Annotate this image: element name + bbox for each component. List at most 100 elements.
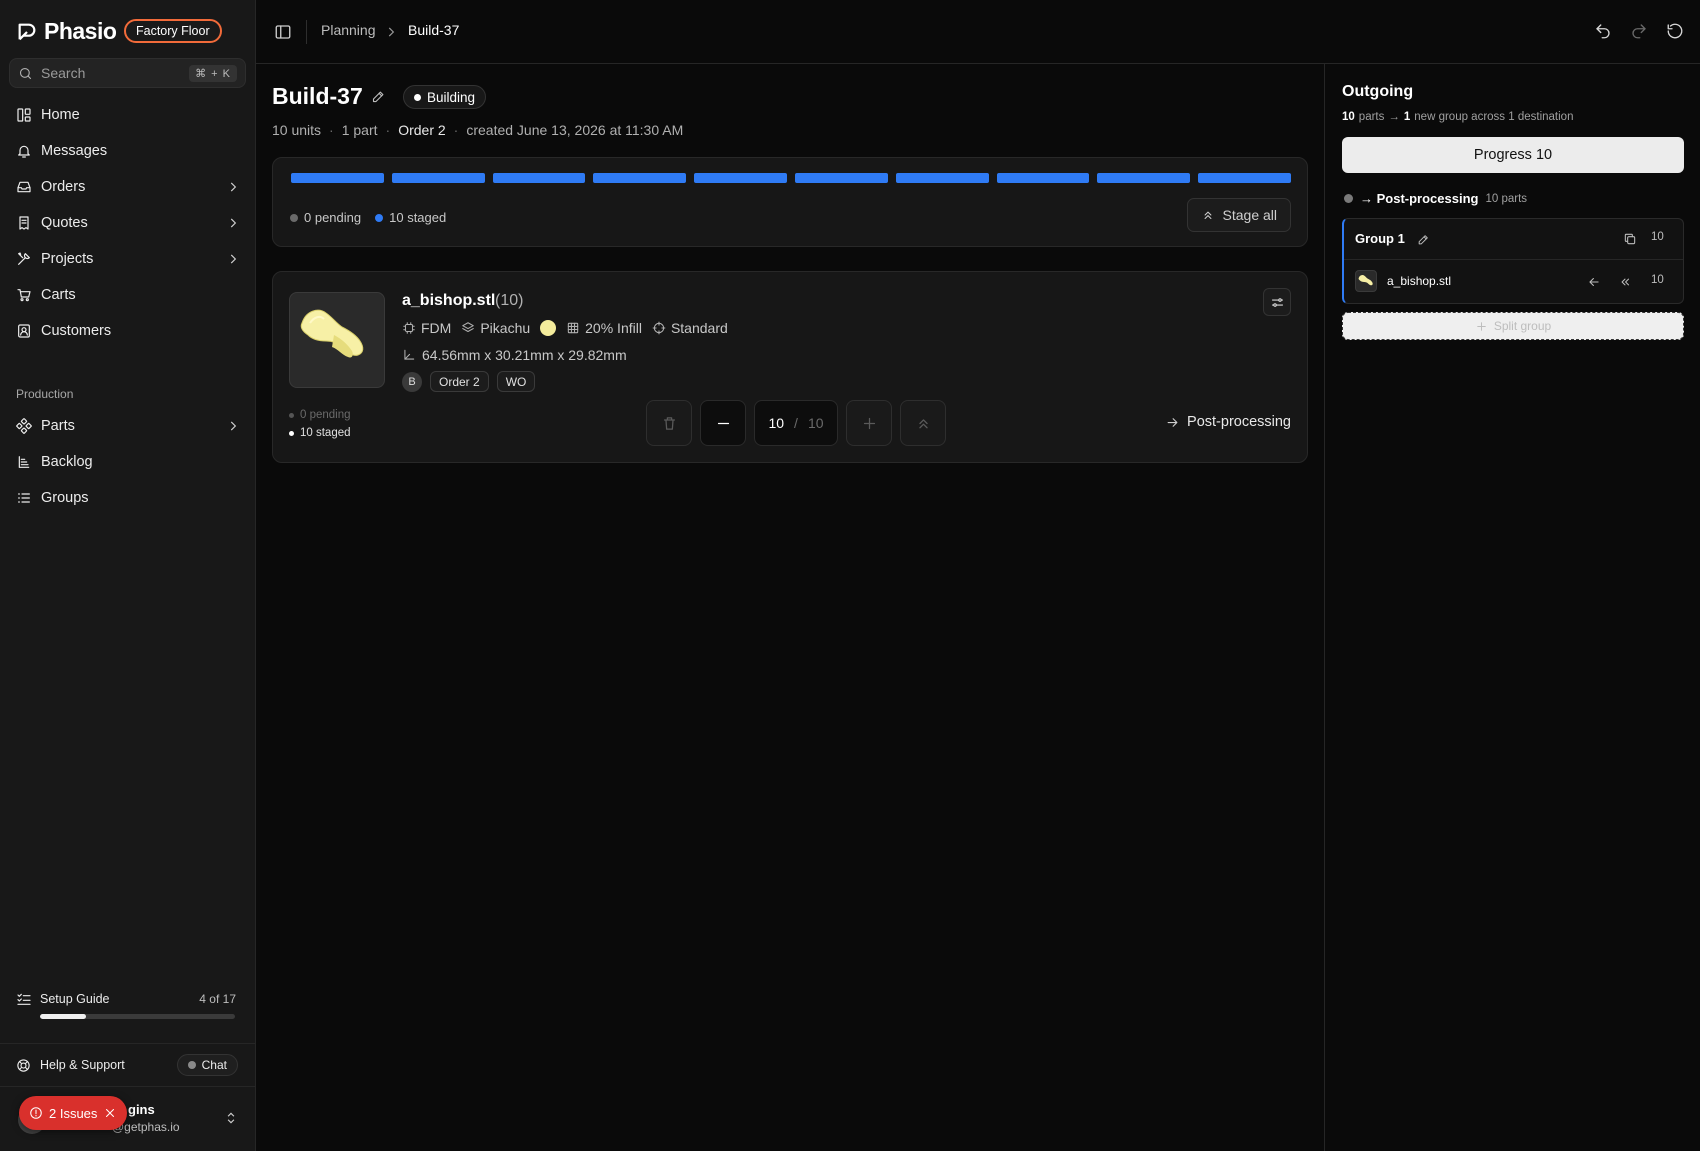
split-group-button[interactable]: Split group xyxy=(1342,312,1684,340)
setup-guide[interactable]: Setup Guide 4 of 17 xyxy=(16,991,236,1019)
progress-segment xyxy=(391,173,485,183)
meta-separator: · xyxy=(329,122,334,138)
receipt-icon xyxy=(19,216,29,230)
copy-icon[interactable] xyxy=(1623,232,1637,246)
legend-pending: 0 pending xyxy=(290,210,361,225)
progress-button[interactable]: Progress 10 xyxy=(1342,137,1684,173)
nav-item-home[interactable]: Home xyxy=(8,97,248,133)
help-support[interactable]: Help & Support Chat xyxy=(16,1054,238,1076)
progress-segment xyxy=(694,173,787,183)
nav-label: Backlog xyxy=(41,454,93,470)
pending-dot xyxy=(290,213,298,222)
spec-material: Pikachu xyxy=(461,320,530,336)
progress-segment xyxy=(794,173,888,183)
part-model-image xyxy=(1358,274,1373,286)
spec-material-label: Pikachu xyxy=(480,320,531,336)
part-name[interactable]: a_bishop.stl xyxy=(402,292,495,310)
stage-all-label: Stage all xyxy=(1222,207,1277,223)
nav-label: Home xyxy=(41,107,80,123)
nav-label: Carts xyxy=(41,287,76,303)
nav-item-quotes[interactable]: Quotes xyxy=(8,205,248,241)
backlog-icon xyxy=(18,456,30,468)
part-legend-pending-label: 0 pending xyxy=(300,409,351,421)
user-name: gins xyxy=(128,1102,155,1117)
meta-units: 10 units xyxy=(272,122,322,138)
nav-item-orders[interactable]: Orders xyxy=(8,169,248,205)
nav-item-groups[interactable]: Groups xyxy=(8,480,248,516)
group-item-count: 10 xyxy=(1651,274,1664,286)
minus-icon xyxy=(717,422,729,424)
chip-icon xyxy=(403,322,415,334)
increment-button[interactable] xyxy=(846,400,892,446)
nav-label: Parts xyxy=(41,418,75,434)
undo-icon[interactable] xyxy=(1594,22,1612,40)
tag-wo[interactable]: WO xyxy=(496,371,536,392)
destination-link[interactable]: Post-processing xyxy=(1165,414,1291,430)
chevrons-up-icon xyxy=(918,418,928,428)
plus-icon xyxy=(863,417,875,429)
quantity-input[interactable]: 10 / 10 xyxy=(754,400,838,446)
progress-segment xyxy=(996,173,1090,183)
staged-dot xyxy=(289,430,294,436)
meta-created: created June 13, 2026 at 11:30 AM xyxy=(466,122,684,138)
quantity-total: 10 xyxy=(807,415,824,431)
grid-icon xyxy=(567,322,579,334)
arrow-left-icon[interactable] xyxy=(1587,275,1601,289)
edit-pencil-icon[interactable] xyxy=(371,89,386,104)
issues-badge[interactable]: 2 Issues xyxy=(19,1096,128,1130)
nav-item-parts[interactable]: Parts xyxy=(8,408,248,444)
sidebar-toggle-icon[interactable] xyxy=(274,23,292,41)
nav-item-projects[interactable]: Projects xyxy=(8,241,248,277)
production-nav: Parts Backlog Groups xyxy=(8,408,248,516)
part-legend-pending: 0 pending xyxy=(289,406,351,424)
plus-icon xyxy=(1477,321,1486,331)
tag-order[interactable]: Order 2 xyxy=(430,371,489,392)
meta-order-link[interactable]: Order 2 xyxy=(398,122,445,138)
brand[interactable]: Phasio xyxy=(16,18,117,45)
meta-parts: 1 part xyxy=(341,122,378,138)
reset-icon[interactable] xyxy=(1666,22,1684,40)
part-stage-legend: 0 pending 10 staged xyxy=(289,406,351,442)
workspace-badge[interactable]: Factory Floor xyxy=(124,19,222,43)
meta-separator: · xyxy=(385,122,391,138)
breadcrumb-planning[interactable]: Planning xyxy=(321,22,376,38)
main-nav: Home Messages Orders Quotes Projects Car… xyxy=(8,97,248,349)
bell-icon xyxy=(18,145,30,158)
nav-label: Projects xyxy=(41,251,94,267)
stage-all-button[interactable]: Stage all xyxy=(1186,198,1291,232)
edit-pencil-icon[interactable] xyxy=(1417,233,1430,246)
nav-item-customers[interactable]: Customers xyxy=(8,313,248,349)
nav-item-messages[interactable]: Messages xyxy=(8,133,248,169)
decrement-button[interactable] xyxy=(700,400,746,446)
remove-part-button[interactable] xyxy=(646,400,692,446)
chat-status-dot xyxy=(187,1061,196,1069)
quantity-value: 10 xyxy=(768,415,785,431)
progress-segment xyxy=(593,173,687,183)
status-label: Building xyxy=(427,89,476,105)
nav-item-carts[interactable]: Carts xyxy=(8,277,248,313)
inbox-icon xyxy=(17,181,31,193)
part-settings-button[interactable] xyxy=(1263,288,1291,316)
chevrons-left-icon[interactable] xyxy=(1618,275,1632,289)
setup-guide-progress xyxy=(40,1014,235,1019)
group-name: Group 1 xyxy=(1355,231,1405,246)
redo-icon[interactable] xyxy=(1630,22,1648,40)
close-icon[interactable] xyxy=(103,1106,117,1120)
history-actions xyxy=(1594,22,1684,40)
part-tags: B Order 2 WO xyxy=(402,371,536,392)
nav-item-backlog[interactable]: Backlog xyxy=(8,444,248,480)
part-dimensions-label: 64.56mm x 30.21mm x 29.82mm xyxy=(422,347,627,363)
summary-groups-count: 1 xyxy=(1403,111,1411,123)
chat-button[interactable]: Chat xyxy=(176,1054,238,1076)
production-section-label: Production xyxy=(16,387,74,401)
divider xyxy=(0,1043,256,1044)
divider xyxy=(0,1086,256,1087)
destination-dot xyxy=(1344,194,1353,203)
trash-icon xyxy=(663,416,675,430)
stage-max-button[interactable] xyxy=(900,400,946,446)
progress-segment xyxy=(1097,173,1191,183)
part-thumbnail[interactable] xyxy=(289,292,385,388)
progress-segments xyxy=(291,173,1291,183)
part-quantity: (10) xyxy=(495,292,524,309)
search-input[interactable]: Search ⌘ + K xyxy=(9,58,246,88)
